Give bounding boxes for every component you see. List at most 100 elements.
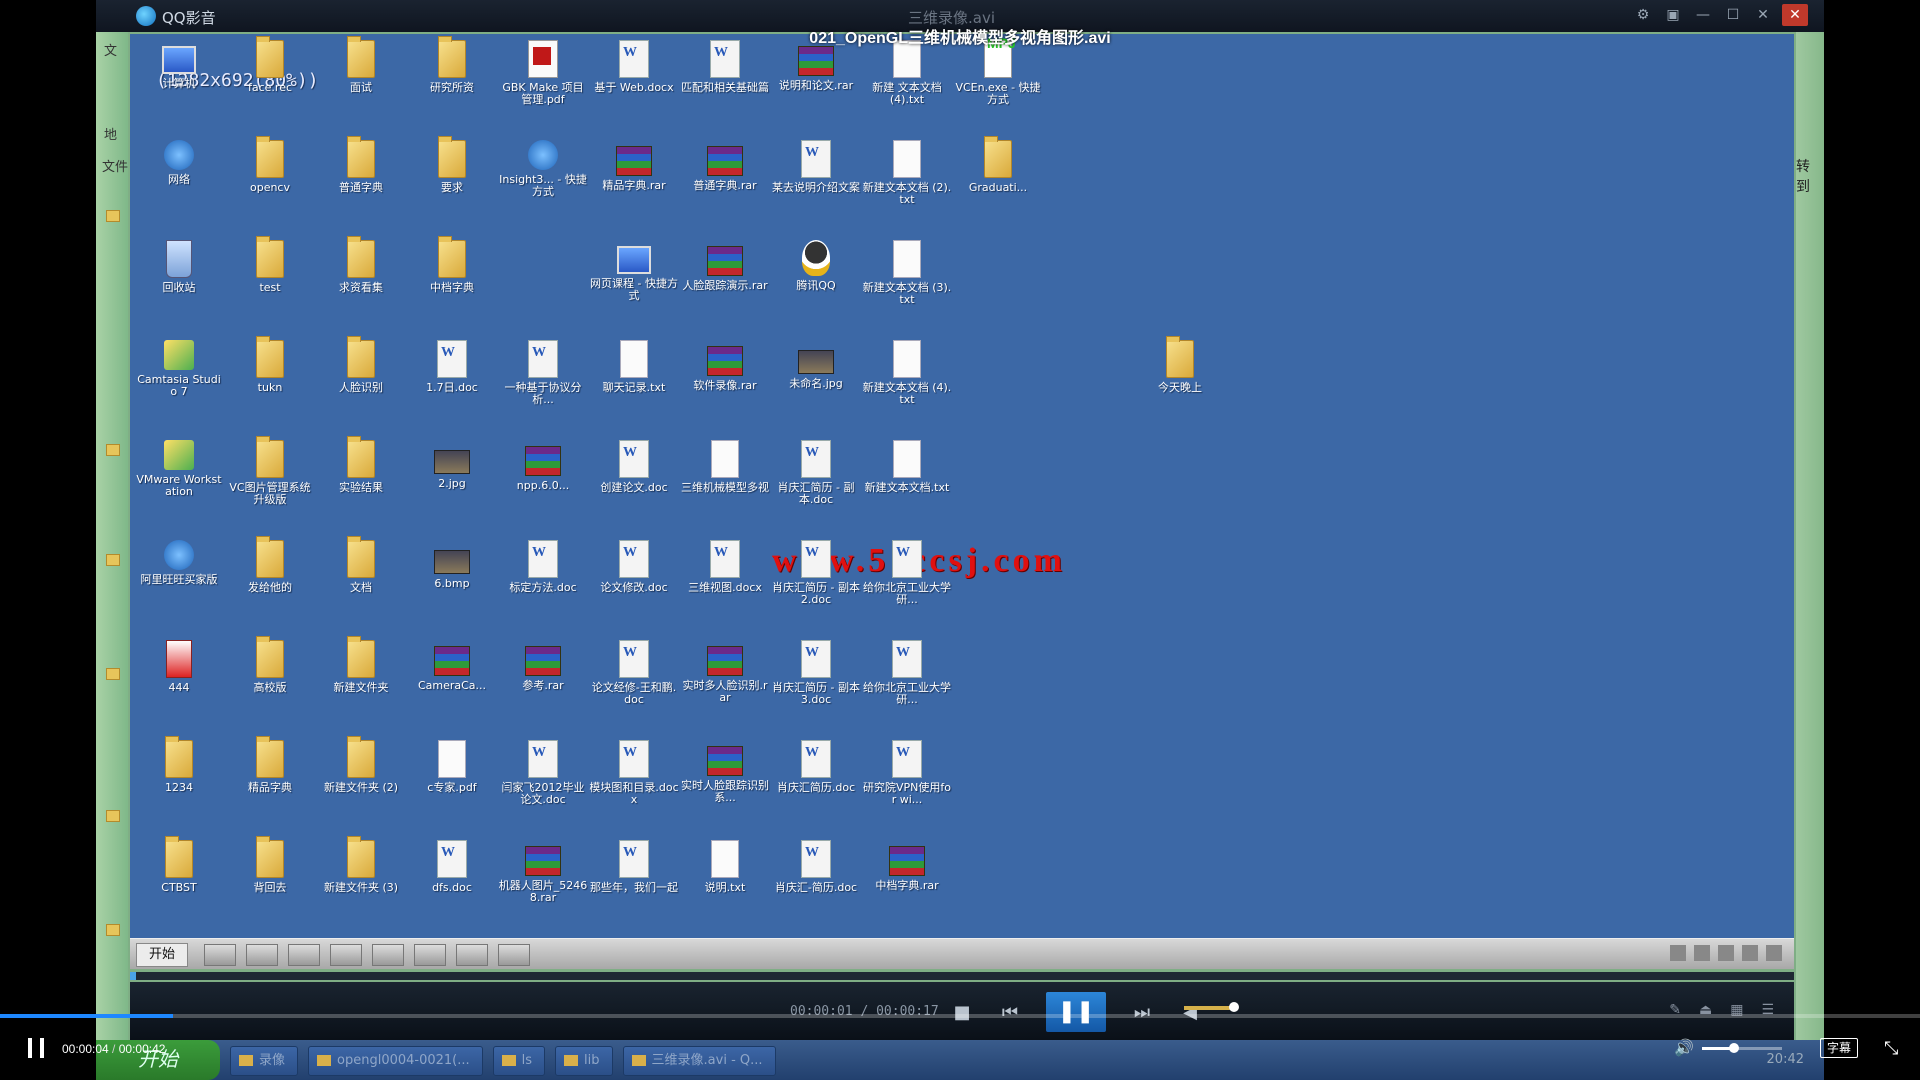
desktop-icon[interactable]: 肖庆汇简历 - 副本2.doc xyxy=(771,540,861,606)
desktop-icon[interactable]: 说明.txt xyxy=(680,840,770,894)
desktop-icon[interactable]: Camtasia Studio 7 xyxy=(134,340,224,398)
desktop-icon[interactable]: 网页课程 - 快捷方式 xyxy=(589,240,679,302)
desktop-icon[interactable]: 研究院VPN使用for wi... xyxy=(862,740,952,806)
desktop-icon[interactable]: 发给他的 xyxy=(225,536,315,594)
desktop-icon[interactable]: 文档 xyxy=(316,536,406,594)
desktop-icon[interactable]: 中档字典.rar xyxy=(862,840,952,892)
desktop-icon[interactable]: 论文修改.doc xyxy=(589,540,679,594)
desktop-icon[interactable]: c专家.pdf xyxy=(407,740,497,794)
desktop-icon[interactable]: VCEn.exe - 快捷方式 xyxy=(953,35,1043,106)
quick-launch-icon[interactable] xyxy=(246,944,278,966)
desktop-icon[interactable]: 论文经修-王和鹏.doc xyxy=(589,640,679,706)
desktop-icon[interactable]: test xyxy=(225,236,315,294)
desktop-icon[interactable]: 新建 文本文档 (4).txt xyxy=(862,40,952,106)
quick-launch-icon[interactable] xyxy=(456,944,488,966)
desktop-icon[interactable]: 三维机械模型多视 xyxy=(680,440,770,494)
desktop-icon[interactable]: 那些年，我们一起 xyxy=(589,840,679,894)
desktop-icon[interactable]: 新建文本文档.txt xyxy=(862,440,952,494)
desktop-icon[interactable]: 444 xyxy=(134,640,224,694)
desktop-icon[interactable]: 网络 xyxy=(134,140,224,186)
desktop-icon[interactable]: 研究所资 xyxy=(407,36,497,94)
desktop-icon[interactable]: 中档字典 xyxy=(407,236,497,294)
quick-launch-icon[interactable] xyxy=(330,944,362,966)
desktop-icon[interactable]: 阿里旺旺买家版 xyxy=(134,540,224,586)
desktop-icon[interactable]: 背回去 xyxy=(225,836,315,894)
qq-player-volume-slider[interactable] xyxy=(1184,1002,1239,1012)
desktop-icon[interactable]: 2.jpg xyxy=(407,440,497,490)
desktop-icon[interactable]: 要求 xyxy=(407,136,497,194)
desktop-icon[interactable]: 精品字典 xyxy=(225,736,315,794)
minimize-icon[interactable]: — xyxy=(1692,4,1714,26)
tray-icon[interactable] xyxy=(1694,945,1710,961)
quick-launch-icon[interactable] xyxy=(414,944,446,966)
desktop-icon[interactable]: 1234 xyxy=(134,736,224,794)
desktop-icon[interactable]: 软件录像.rar xyxy=(680,340,770,392)
desktop-icon[interactable]: 参考.rar xyxy=(498,640,588,692)
desktop-icon[interactable]: 新建文件夹 xyxy=(316,636,406,694)
desktop-icon[interactable]: 新建文件夹 (3) xyxy=(316,836,406,894)
qq-player-seek-bar[interactable] xyxy=(130,972,1794,980)
desktop-icon[interactable]: 实时人脸跟踪识别系... xyxy=(680,740,770,804)
desktop-icon[interactable]: 肖庆汇简历 - 副本3.doc xyxy=(771,640,861,706)
tray-icon[interactable] xyxy=(1766,945,1782,961)
volume-knob[interactable] xyxy=(1229,1002,1239,1012)
desktop-icon[interactable]: 匹配和相关基础篇 xyxy=(680,40,770,94)
desktop-icon[interactable]: 聊天记录.txt xyxy=(589,340,679,394)
desktop-icon[interactable]: 新建文本文档 (2).txt xyxy=(862,140,952,206)
desktop-icon[interactable]: 三维视图.docx xyxy=(680,540,770,594)
host-close-icon[interactable]: ✕ xyxy=(1782,4,1808,26)
pause-icon[interactable] xyxy=(28,1038,46,1058)
desktop-icon[interactable]: 给你北京工业大学研... xyxy=(862,540,952,606)
desktop-icon[interactable]: dfs.doc xyxy=(407,840,497,894)
desktop-icon[interactable]: GBK Make 项目管理.pdf xyxy=(498,40,588,106)
desktop-icon[interactable]: 新建文件夹 (2) xyxy=(316,736,406,794)
desktop-icon[interactable]: 肖庆汇简历.doc xyxy=(771,740,861,794)
close-icon[interactable]: ✕ xyxy=(1752,4,1774,26)
desktop-icon[interactable]: 普通字典 xyxy=(316,136,406,194)
desktop-icon[interactable]: opencv xyxy=(225,136,315,194)
desktop-icon[interactable]: 6.bmp xyxy=(407,540,497,590)
volume-slider[interactable] xyxy=(1702,1043,1782,1053)
desktop-icon[interactable]: npp.6.0... xyxy=(498,440,588,492)
desktop-icon[interactable]: VC图片管理系统升级版 xyxy=(225,436,315,506)
desktop-icon[interactable]: tukn xyxy=(225,336,315,394)
desktop-icon[interactable]: 闫家飞2012毕业论文.doc xyxy=(498,740,588,806)
desktop-icon[interactable]: 求资看集 xyxy=(316,236,406,294)
desktop-icon[interactable]: 实验结果 xyxy=(316,436,406,494)
maximize-icon[interactable]: ☐ xyxy=(1722,4,1744,26)
desktop-icon[interactable]: 标定方法.doc xyxy=(498,540,588,594)
desktop-icon[interactable]: face.rec xyxy=(225,36,315,94)
desktop-icon[interactable]: 给你北京工业大学研... xyxy=(862,640,952,706)
quick-launch-icon[interactable] xyxy=(372,944,404,966)
desktop-icon[interactable]: 精品字典.rar xyxy=(589,140,679,192)
desktop-icon[interactable]: 肖庆汇简历 - 副本.doc xyxy=(771,440,861,506)
quick-launch-icon[interactable] xyxy=(288,944,320,966)
desktop-icon[interactable]: 今天晚上 xyxy=(1135,336,1225,394)
tray-icon[interactable] xyxy=(1718,945,1734,961)
desktop-icon[interactable]: 1.7日.doc xyxy=(407,340,497,394)
volume-knob[interactable] xyxy=(1729,1043,1739,1053)
desktop-icon[interactable]: 新建文本文档 (3).txt xyxy=(862,240,952,306)
exit-fullscreen-icon[interactable]: ⤡ xyxy=(1884,1038,1898,1059)
desktop-icon[interactable]: 模块图和目录.docx xyxy=(589,740,679,806)
tray-icon[interactable] xyxy=(1742,945,1758,961)
desktop-icon[interactable]: 实时多人脸识别.rar xyxy=(680,640,770,704)
desktop-icon[interactable]: Insight3... - 快捷方式 xyxy=(498,140,588,198)
desktop-icon[interactable]: 基于 Web.docx xyxy=(589,40,679,94)
desktop-icon[interactable]: VMware Workstation xyxy=(134,440,224,498)
quick-launch-icon[interactable] xyxy=(204,944,236,966)
desktop-icon[interactable]: 一种基于协议分析... xyxy=(498,340,588,406)
volume-icon[interactable]: 🔊 xyxy=(1674,1040,1694,1056)
desktop-icon[interactable]: 机器人图片_52468.rar xyxy=(498,840,588,904)
settings-icon[interactable]: ⚙ xyxy=(1632,4,1654,26)
desktop-icon[interactable]: CameraCa... xyxy=(407,640,497,692)
desktop-icon[interactable]: CTBST xyxy=(134,836,224,894)
desktop-icon[interactable]: 回收站 xyxy=(134,240,224,294)
desktop-icon[interactable]: 肖庆汇-简历.doc xyxy=(771,840,861,894)
desktop-icon[interactable]: 腾讯QQ xyxy=(771,240,861,292)
mini-mode-icon[interactable]: ▣ xyxy=(1662,4,1684,26)
desktop-icon[interactable]: 普通字典.rar xyxy=(680,140,770,192)
desktop-icon[interactable]: 人脸识别 xyxy=(316,336,406,394)
desktop-icon[interactable]: Graduati... xyxy=(953,136,1043,194)
tray-icon[interactable] xyxy=(1670,945,1686,961)
